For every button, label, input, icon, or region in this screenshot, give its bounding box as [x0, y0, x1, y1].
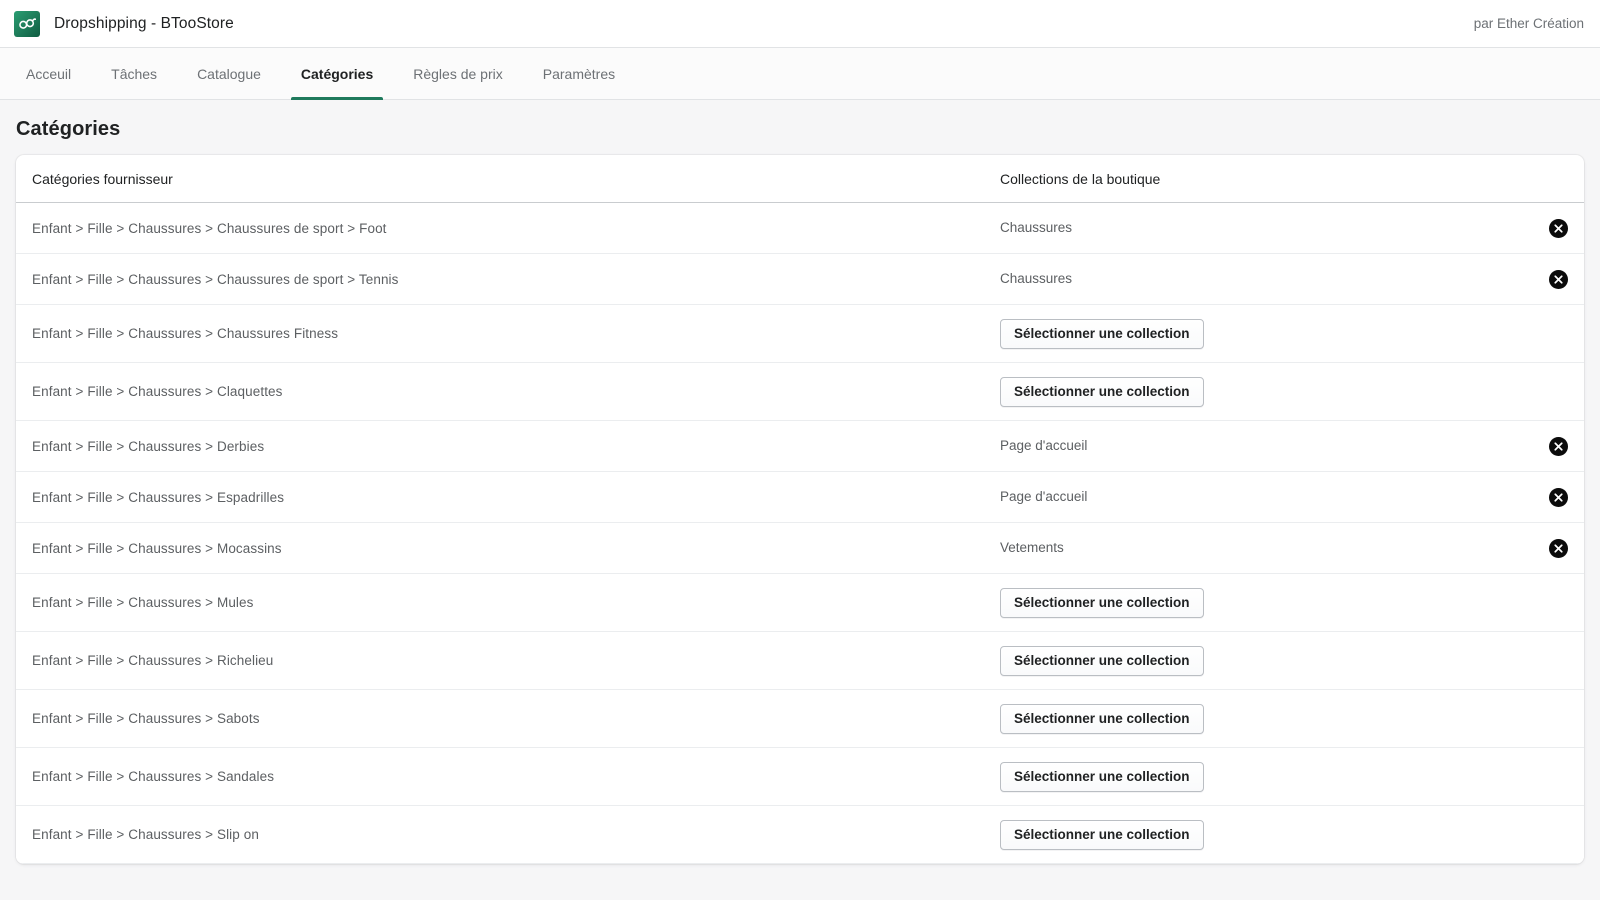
- table-row: Enfant > Fille > Chaussures > Chaussures…: [16, 203, 1584, 254]
- select-collection-button[interactable]: Sélectionner une collection: [1000, 376, 1204, 407]
- select-collection-button[interactable]: Sélectionner une collection: [1000, 587, 1204, 618]
- supplier-category-path: Enfant > Fille > Chaussures > Slip on: [32, 827, 259, 842]
- collection-name: Chaussures: [1000, 271, 1073, 286]
- column-header-store-collections: Collections de la boutique: [1000, 170, 1161, 187]
- app-credit: par Ether Création: [1473, 16, 1584, 31]
- row-action-cell: [1508, 487, 1568, 507]
- primary-tab-nav: Acceuil Tâches Catalogue Catégories Règl…: [0, 48, 1600, 100]
- store-collection-cell: Sélectionner une collection: [1000, 318, 1508, 349]
- select-collection-button[interactable]: Sélectionner une collection: [1000, 761, 1204, 792]
- circle-x-icon[interactable]: [1549, 269, 1568, 289]
- row-action-cell: [1508, 218, 1568, 238]
- store-collection-cell: Sélectionner une collection: [1000, 761, 1508, 792]
- supplier-category-path: Enfant > Fille > Chaussures > Espadrille…: [32, 489, 285, 505]
- store-collection-cell: Page d'accueil: [1000, 437, 1508, 455]
- table-row: Enfant > Fille > Chaussures > Derbies Pag…: [16, 421, 1584, 472]
- select-collection-button[interactable]: Sélectionner une collection: [1000, 703, 1204, 734]
- store-collection-cell: Sélectionner une collection: [1000, 703, 1508, 734]
- supplier-category-path: Enfant > Fille > Chaussures > Sabots: [32, 711, 260, 726]
- row-action-cell: [1508, 436, 1568, 456]
- supplier-category-path: Enfant > Fille > Chaussures > Chaussures…: [32, 326, 339, 341]
- table-row: Enfant > Fille > Chaussures > Mules Sélec…: [16, 574, 1584, 632]
- supplier-category-path: Enfant > Fille > Chaussures > Claquettes: [32, 384, 283, 399]
- circle-x-icon[interactable]: [1549, 218, 1568, 238]
- tab-catalogue[interactable]: Catalogue: [177, 48, 281, 99]
- circle-x-icon[interactable]: [1549, 487, 1568, 507]
- table-body: Enfant > Fille > Chaussures > Chaussures…: [16, 203, 1584, 864]
- select-collection-button[interactable]: Sélectionner une collection: [1000, 318, 1204, 349]
- collection-name: Vetements: [1000, 540, 1064, 555]
- table-row: Enfant > Fille > Chaussures > Chaussures…: [16, 305, 1584, 363]
- tab-categories[interactable]: Catégories: [281, 48, 393, 100]
- page-title: Catégories: [16, 118, 121, 140]
- store-collection-cell: Sélectionner une collection: [1000, 587, 1508, 618]
- store-collection-cell: Sélectionner une collection: [1000, 645, 1508, 676]
- tab-taches[interactable]: Tâches: [91, 48, 177, 99]
- tab-regles-de-prix[interactable]: Règles de prix: [393, 48, 523, 99]
- table-row: Enfant > Fille > Chaussures > Chaussures…: [16, 254, 1584, 305]
- store-collection-cell: Sélectionner une collection: [1000, 819, 1508, 850]
- store-collection-cell: Vetements: [1000, 539, 1508, 557]
- infinity-logo-icon: [14, 10, 40, 37]
- supplier-category-path: Enfant > Fille > Chaussures > Richelieu: [32, 653, 274, 668]
- column-header-supplier-categories: Catégories fournisseur: [32, 170, 173, 187]
- table-row: Enfant > Fille > Chaussures > Sandales Sé…: [16, 748, 1584, 806]
- table-row: Enfant > Fille > Chaussures > Espadrille…: [16, 472, 1584, 523]
- store-collection-cell: Sélectionner une collection: [1000, 376, 1508, 407]
- table-row: Enfant > Fille > Chaussures > Mocassins V…: [16, 523, 1584, 574]
- supplier-category-path: Enfant > Fille > Chaussures > Chaussures…: [32, 271, 399, 287]
- supplier-category-path: Enfant > Fille > Chaussures > Sandales: [32, 769, 275, 784]
- page-content: Catégories Catégories fournisseur Collec…: [0, 100, 1600, 864]
- tab-parametres[interactable]: Paramètres: [523, 48, 635, 99]
- select-collection-button[interactable]: Sélectionner une collection: [1000, 819, 1204, 850]
- table-row: Enfant > Fille > Chaussures > Sabots Séle…: [16, 690, 1584, 748]
- collection-name: Chaussures: [1000, 220, 1073, 235]
- supplier-category-path: Enfant > Fille > Chaussures > Chaussures…: [32, 220, 387, 236]
- store-collection-cell: Chaussures: [1000, 270, 1508, 288]
- supplier-category-path: Enfant > Fille > Chaussures > Mocassins: [32, 540, 282, 556]
- app-title: Dropshipping - BTooStore: [54, 14, 234, 32]
- supplier-category-path: Enfant > Fille > Chaussures > Derbies: [32, 438, 265, 454]
- table-row: Enfant > Fille > Chaussures > Slip on Sél…: [16, 806, 1584, 864]
- categories-table-card: Catégories fournisseur Collections de la…: [16, 155, 1584, 864]
- collection-name: Page d'accueil: [1000, 438, 1088, 453]
- store-collection-cell: Page d'accueil: [1000, 488, 1508, 506]
- store-collection-cell: Chaussures: [1000, 219, 1508, 237]
- tab-acceuil[interactable]: Acceuil: [6, 48, 91, 99]
- supplier-category-path: Enfant > Fille > Chaussures > Mules: [32, 595, 254, 610]
- select-collection-button[interactable]: Sélectionner une collection: [1000, 645, 1204, 676]
- circle-x-icon[interactable]: [1549, 436, 1568, 456]
- circle-x-icon[interactable]: [1549, 538, 1568, 558]
- table-header-row: Catégories fournisseur Collections de la…: [16, 155, 1584, 203]
- table-row: Enfant > Fille > Chaussures > Claquettes…: [16, 363, 1584, 421]
- row-action-cell: [1508, 269, 1568, 289]
- table-row: Enfant > Fille > Chaussures > Richelieu S…: [16, 632, 1584, 690]
- app-topbar: Dropshipping - BTooStore par Ether Créat…: [0, 0, 1600, 48]
- collection-name: Page d'accueil: [1000, 489, 1088, 504]
- row-action-cell: [1508, 538, 1568, 558]
